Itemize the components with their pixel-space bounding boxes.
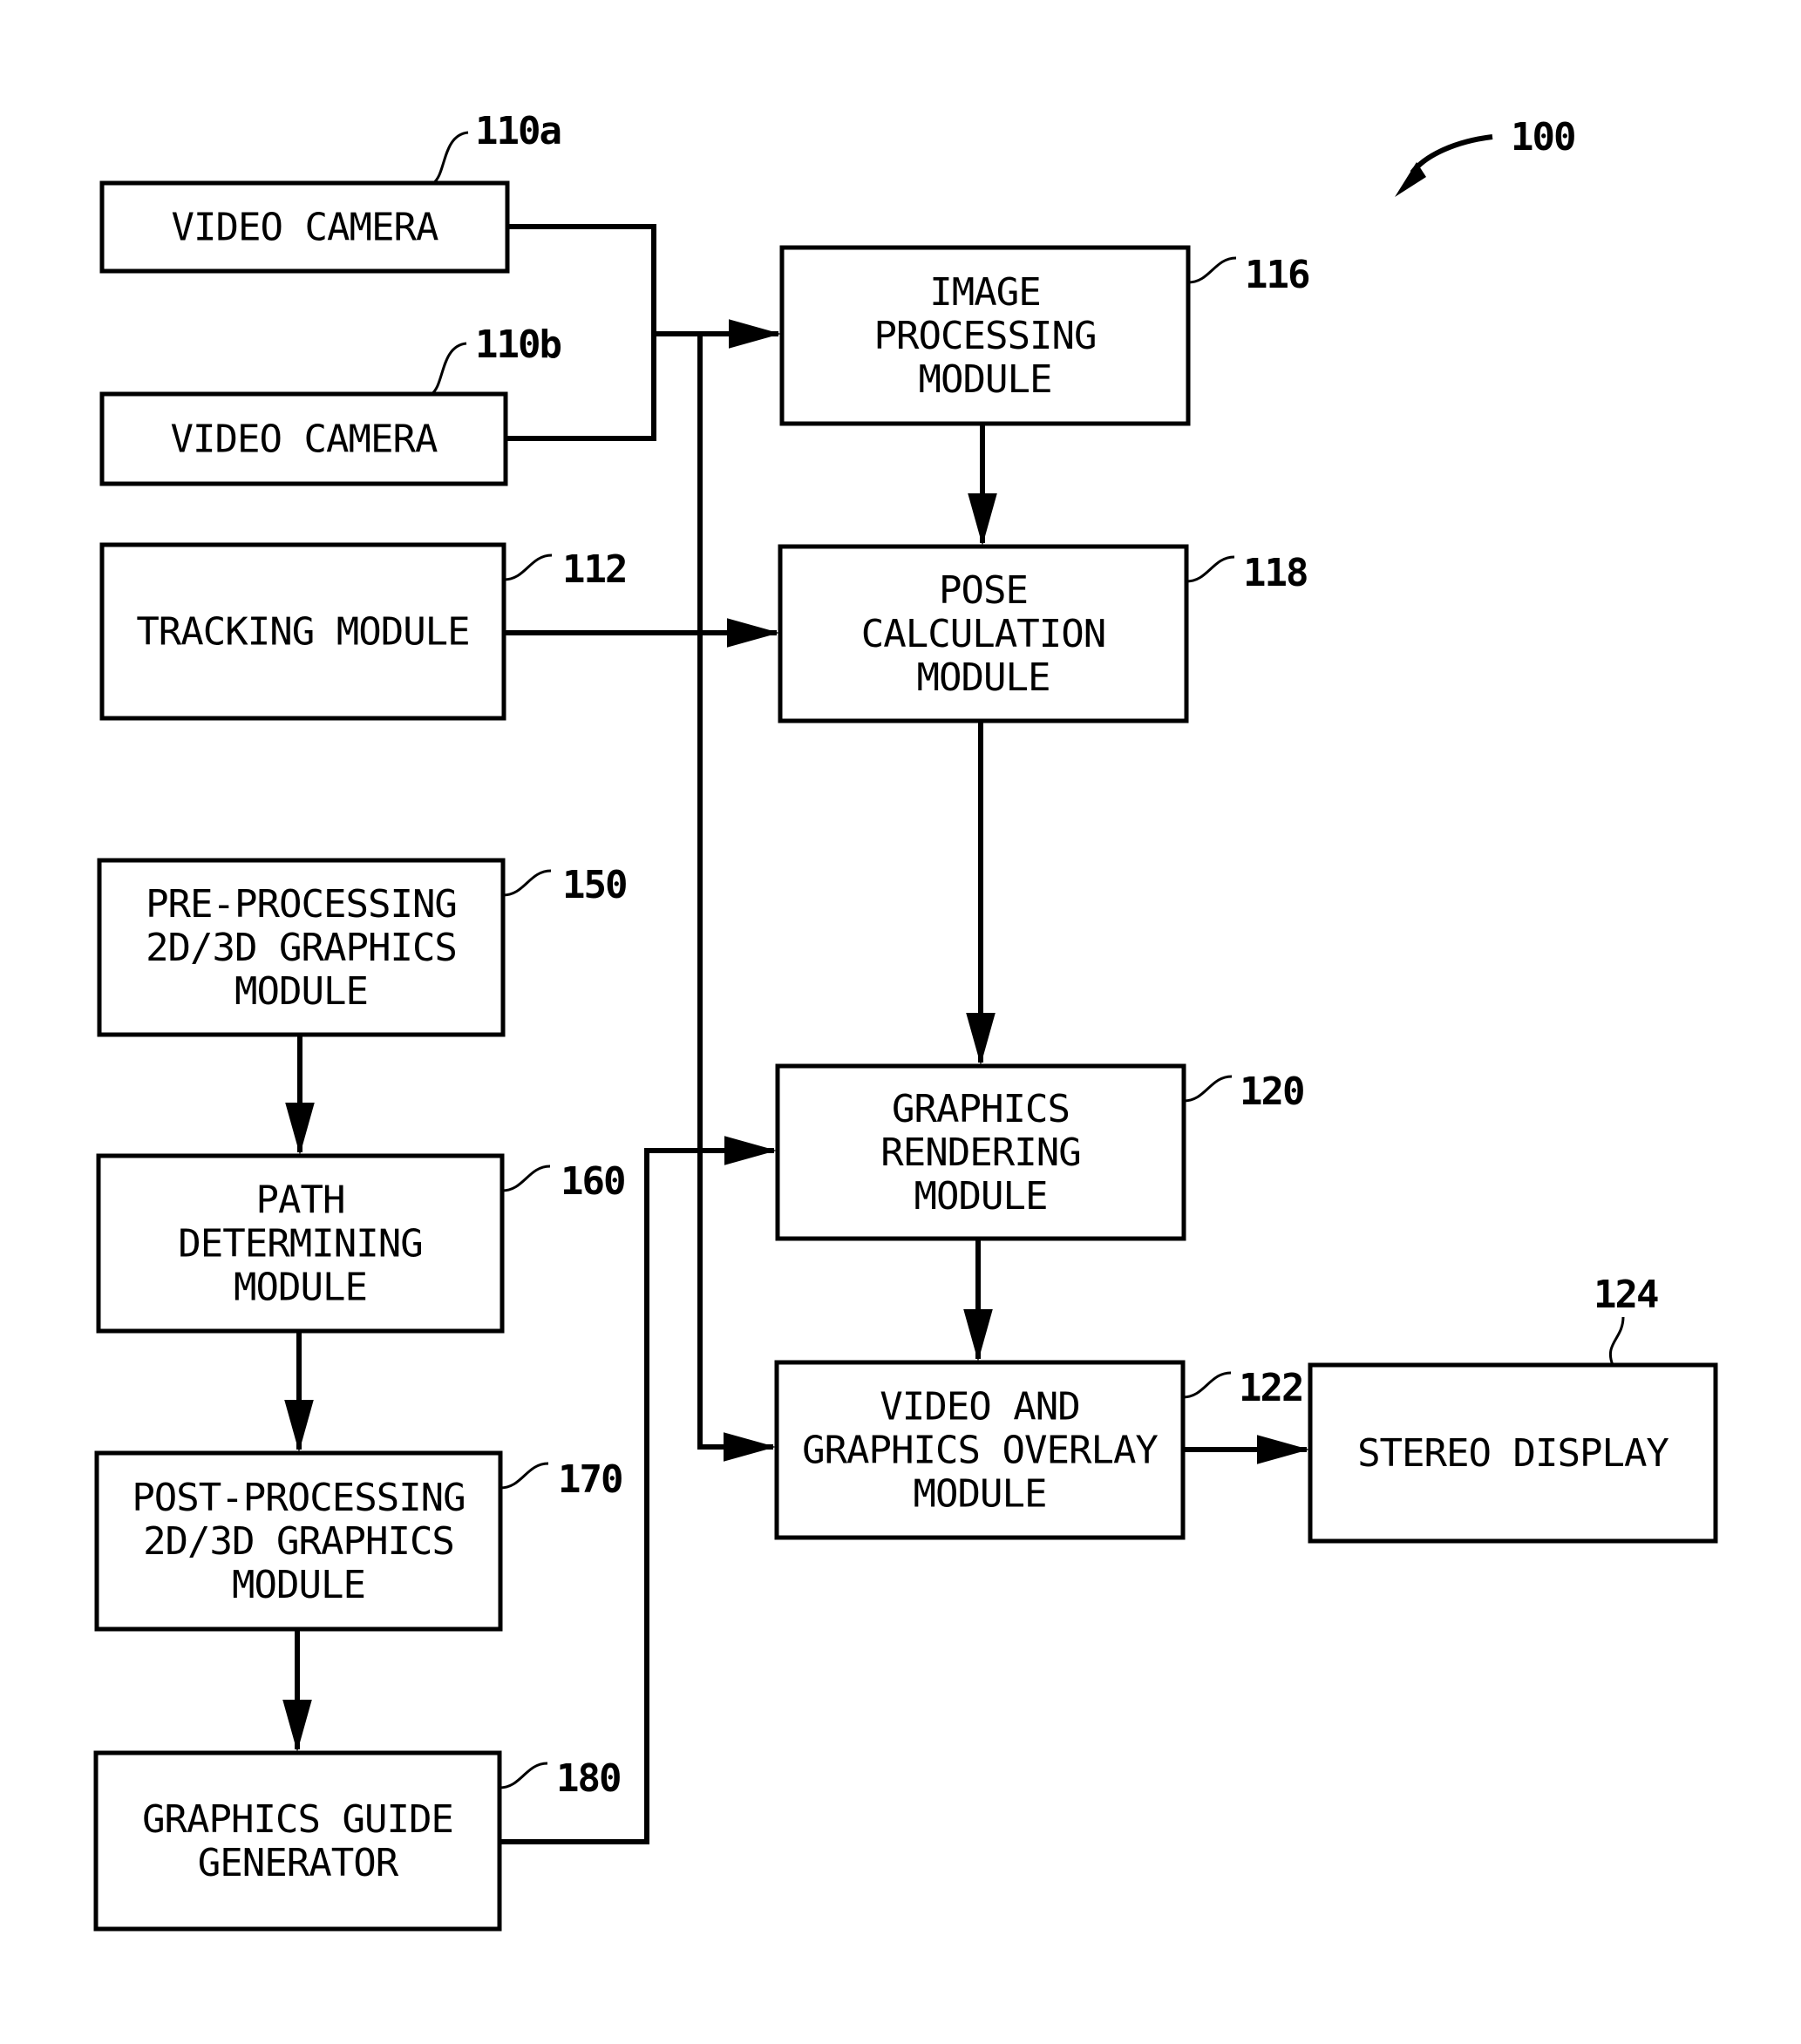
ref-number: 124 (1594, 1273, 1658, 1317)
block-120: GRAPHICSRENDERINGMODULE 120 (775, 1063, 1305, 1241)
block-116: IMAGEPROCESSINGMODULE 116 (779, 245, 1311, 426)
ref-number: 170 (558, 1457, 622, 1502)
ref-leader-line (1608, 1316, 1625, 1366)
block-label-line: MODULE (234, 969, 368, 1014)
block-label-line: 2D/3D GRAPHICS (143, 1519, 454, 1564)
block-label-line: GRAPHICS OVERLAY (802, 1429, 1158, 1473)
ref-leader-line (499, 1762, 548, 1789)
block-160: PATHDETERMININGMODULE 160 (96, 1153, 626, 1334)
ref-number: 116 (1245, 253, 1309, 297)
block-label-line: STEREO DISPLAY (1357, 1431, 1668, 1476)
block-label-line: POSE (939, 568, 1028, 613)
block-label-line: TRACKING MODULE (136, 610, 469, 655)
ref-leader-line (502, 869, 552, 897)
block-label-line: VIDEO CAMERA (172, 206, 438, 250)
block-110b: VIDEO CAMERA 110b (99, 323, 562, 486)
block-label-line: IMAGE (929, 270, 1040, 315)
block-label-line: PATH (256, 1178, 345, 1223)
ref-leader-line (430, 342, 467, 396)
figure-ref-label: 100 (1511, 115, 1574, 160)
ref-number: 160 (561, 1159, 624, 1204)
block-label-line: GENERATOR (198, 1841, 399, 1885)
ref-number: 118 (1243, 551, 1307, 595)
block-label-line: PRE-PROCESSING (146, 882, 457, 927)
block-label-line: MODULE (232, 1563, 365, 1607)
ref-leader-line (432, 131, 469, 185)
block-110a: VIDEO CAMERA 110a (99, 109, 562, 274)
block-170: POST-PROCESSING2D/3D GRAPHICSMODULE 170 (94, 1450, 623, 1632)
ref-number: 110b (475, 323, 561, 367)
block-label-line: RENDERING (880, 1131, 1080, 1175)
wire-bus-to-122 (697, 334, 776, 1462)
block-124: STEREO DISPLAY 124 (1308, 1273, 1718, 1544)
block-label-line: PROCESSING (874, 314, 1097, 358)
ref-leader-line (1182, 1371, 1232, 1399)
block-label-line: MODULE (919, 357, 1052, 402)
block-diagram: 100 VIDEO CAMERA 110a VIDEO CAMERA 110b TRAC… (93, 109, 1718, 1932)
block-150: PRE-PROCESSING2D/3D GRAPHICSMODULE 150 (97, 858, 628, 1037)
ref-leader-line (500, 1462, 549, 1490)
ref-number: 150 (562, 863, 626, 907)
block-label-line: VIDEO CAMERA (171, 418, 438, 462)
ref-number: 110a (475, 109, 561, 153)
block-label-line: POST-PROCESSING (132, 1476, 465, 1520)
wire-180-to-120 (500, 1136, 777, 1844)
figure-ref-100: 100 (1395, 115, 1576, 197)
figure-pointer-arrow-icon (1410, 134, 1493, 174)
block-label-line: GRAPHICS GUIDE (142, 1797, 453, 1842)
block-label-line: MODULE (917, 655, 1050, 700)
ref-number: 180 (556, 1756, 620, 1801)
ref-leader-line (1186, 555, 1235, 583)
block-label-line: MODULE (914, 1472, 1047, 1517)
ref-number: 112 (562, 547, 626, 592)
ref-number: 122 (1239, 1366, 1302, 1410)
block-label-line: MODULE (234, 1266, 367, 1310)
block-label-line: MODULE (914, 1174, 1048, 1219)
block-label-line: DETERMINING (178, 1222, 422, 1266)
block-label-line: CALCULATION (861, 612, 1105, 656)
ref-leader-line (1183, 1075, 1233, 1103)
block-label-line: GRAPHICS (892, 1087, 1070, 1131)
ref-leader-line (1187, 256, 1237, 284)
block-label-line: 2D/3D GRAPHICS (146, 926, 457, 970)
ref-number: 120 (1240, 1070, 1303, 1114)
block-label-line: VIDEO AND (880, 1385, 1079, 1429)
figure-pointer-arrowhead (1395, 162, 1426, 197)
ref-leader-line (503, 553, 553, 581)
block-118: POSECALCULATIONMODULE 118 (778, 544, 1308, 723)
ref-leader-line (501, 1165, 551, 1192)
